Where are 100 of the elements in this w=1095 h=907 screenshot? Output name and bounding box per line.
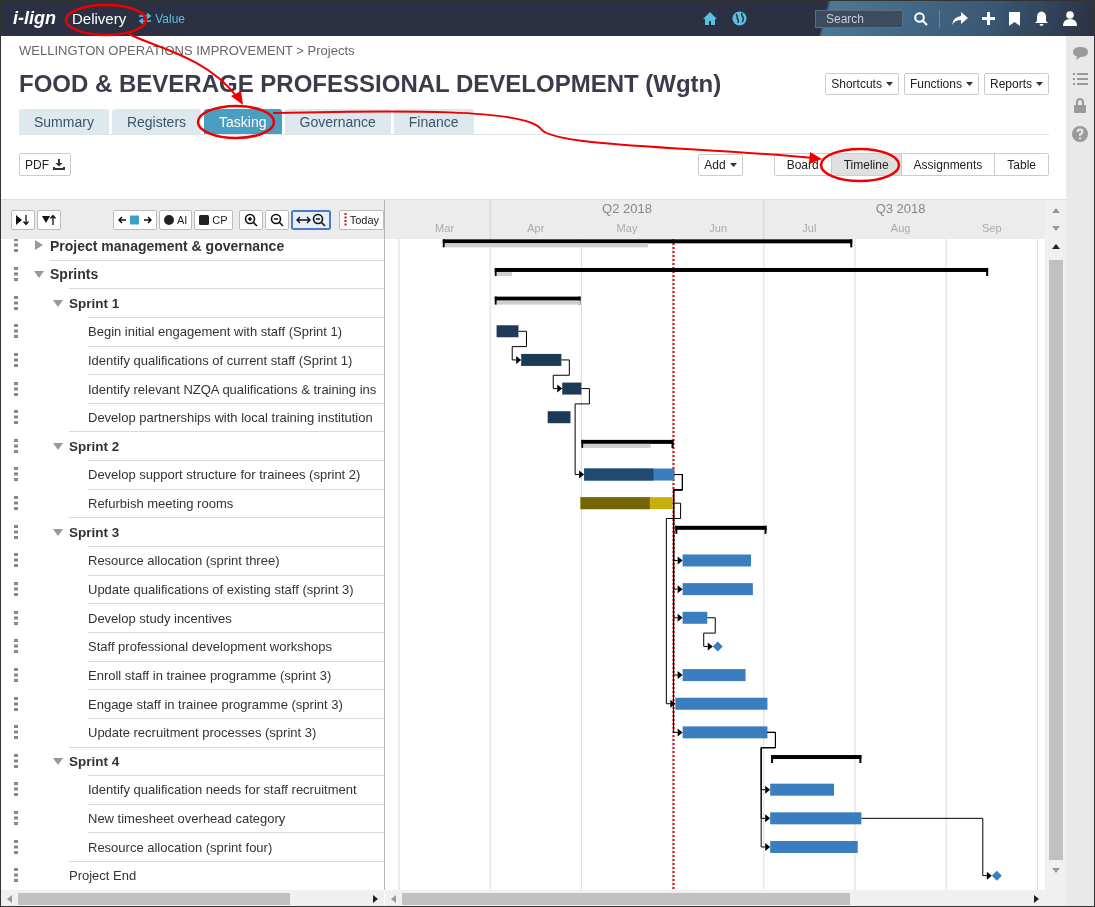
scroll-down-icon[interactable]: [1051, 226, 1060, 231]
drag-handle-icon[interactable]: [14, 266, 18, 281]
zoom-in-button[interactable]: [238, 209, 263, 230]
task-name[interactable]: Resource allocation (sprint four): [88, 839, 273, 855]
home-icon[interactable]: [702, 11, 718, 26]
scroll-left-icon[interactable]: [391, 894, 396, 903]
drag-handle-icon[interactable]: [14, 553, 18, 568]
caret-icon[interactable]: [34, 240, 44, 251]
drag-handle-icon[interactable]: [14, 381, 18, 396]
drag-handle-icon[interactable]: [14, 753, 18, 768]
drag-handle-icon[interactable]: [14, 639, 18, 654]
user-icon[interactable]: [1063, 11, 1077, 26]
drag-handle-icon[interactable]: [14, 438, 18, 453]
drag-handle-icon[interactable]: [14, 811, 18, 826]
scroll-left-icon[interactable]: [7, 894, 12, 903]
milestone-diamond[interactable]: [712, 641, 723, 652]
dropdown-button[interactable]: Reports: [983, 73, 1049, 95]
view-toggle[interactable]: Timeline: [830, 154, 901, 175]
tab[interactable]: Registers: [111, 109, 202, 134]
task-name[interactable]: Begin initial engagement with staff (Sprint 1): [88, 324, 343, 340]
drag-handle-icon[interactable]: [14, 667, 18, 682]
task-name[interactable]: Staff professional development workshops: [88, 639, 332, 655]
scroll-right-icon[interactable]: [1034, 894, 1039, 903]
bell-icon[interactable]: [1034, 11, 1049, 26]
drag-handle-icon[interactable]: [14, 696, 18, 711]
list-icon[interactable]: [1072, 73, 1088, 85]
task-name[interactable]: Identify relevant NZQA qualifications & training ins: [88, 381, 377, 397]
critical-path-button[interactable]: CP: [194, 209, 233, 230]
comment-icon[interactable]: [1072, 47, 1088, 60]
drag-handle-icon[interactable]: [14, 410, 18, 425]
drag-handle-icon[interactable]: [14, 610, 18, 625]
task-name[interactable]: Update recruitment processes (sprint 3): [88, 725, 317, 741]
summary-bar[interactable]: [494, 296, 581, 305]
task-name[interactable]: Sprint 3: [69, 524, 120, 540]
task-bar[interactable]: [521, 353, 562, 366]
task-name[interactable]: Sprint 4: [69, 753, 120, 769]
share-icon[interactable]: [951, 11, 968, 26]
summary-bar[interactable]: [442, 239, 853, 248]
task-bar[interactable]: [547, 411, 571, 424]
drag-handle-icon[interactable]: [14, 839, 18, 854]
help-icon[interactable]: [1072, 126, 1088, 142]
task-name[interactable]: Sprints: [50, 266, 99, 283]
task-name[interactable]: Develop support structure for trainees (sprint 2): [88, 467, 361, 483]
summary-bar[interactable]: [771, 755, 862, 764]
zoom-to-fit-button[interactable]: [290, 209, 331, 230]
dropdown-button[interactable]: Shortcuts: [825, 73, 899, 95]
view-toggle[interactable]: Table: [994, 154, 1048, 175]
collapse-all-button[interactable]: [37, 209, 61, 230]
task-name[interactable]: Update qualifications of existing staff (sprint 3): [88, 582, 354, 597]
task-name[interactable]: Identify qualification needs for staff recruitment: [88, 782, 357, 798]
caret-icon[interactable]: [53, 440, 63, 451]
bookmark-icon[interactable]: [1009, 11, 1020, 26]
drag-handle-icon[interactable]: [14, 868, 18, 883]
scroll-up-icon[interactable]: [1051, 244, 1060, 249]
caret-icon[interactable]: [53, 297, 63, 308]
search-icon[interactable]: [914, 11, 928, 26]
scroll-down-icon[interactable]: [1051, 868, 1060, 873]
drag-handle-icon[interactable]: [14, 467, 18, 482]
module-name[interactable]: Delivery: [72, 10, 127, 27]
add-button[interactable]: Add: [698, 153, 743, 176]
expand-all-button[interactable]: [11, 209, 35, 230]
lock-icon[interactable]: [1074, 98, 1086, 113]
task-bar[interactable]: [496, 325, 519, 338]
task-name[interactable]: Sprint 2: [69, 438, 120, 454]
horizontal-scrollbar[interactable]: [1, 890, 384, 906]
dropdown-button[interactable]: Functions: [903, 73, 979, 95]
drag-handle-icon[interactable]: [14, 295, 18, 310]
milestone-diamond[interactable]: [991, 870, 1002, 881]
today-button[interactable]: Today: [338, 209, 384, 230]
summary-bar[interactable]: [494, 268, 989, 276]
task-name[interactable]: Enroll staff in trainee programme (sprint 3): [88, 667, 332, 683]
drag-handle-icon[interactable]: [14, 725, 18, 740]
task-bar[interactable]: [584, 468, 675, 481]
move-bar-button[interactable]: [112, 209, 157, 230]
task-name[interactable]: Refurbish meeting rooms: [88, 496, 234, 512]
drag-handle-icon[interactable]: [14, 782, 18, 797]
app-logo[interactable]: i-lign: [13, 8, 56, 29]
zoom-out-button[interactable]: [264, 209, 289, 230]
caret-icon[interactable]: [34, 268, 44, 279]
drag-handle-icon[interactable]: [14, 324, 18, 339]
drag-handle-icon[interactable]: [14, 524, 18, 539]
search-field[interactable]: Search: [815, 9, 903, 28]
caret-icon[interactable]: [53, 526, 63, 537]
horizontal-scrollbar[interactable]: [385, 890, 1045, 906]
task-name[interactable]: Project End: [69, 868, 137, 884]
tab[interactable]: Governance: [284, 109, 391, 134]
plus-icon[interactable]: [982, 12, 995, 25]
drag-handle-icon[interactable]: [14, 496, 18, 511]
tab[interactable]: Finance: [393, 109, 474, 134]
task-name[interactable]: Project management & governance: [50, 239, 285, 254]
task-name[interactable]: Sprint 1: [69, 295, 120, 311]
task-name[interactable]: Resource allocation (sprint three): [88, 553, 280, 569]
globe-icon[interactable]: [732, 11, 747, 26]
task-bar[interactable]: [562, 382, 582, 395]
task-name[interactable]: New timesheet overhead category: [88, 811, 286, 827]
task-name[interactable]: Develop partnerships with local training institution: [88, 410, 373, 426]
scroll-right-icon[interactable]: [373, 894, 378, 903]
task-name[interactable]: Identify qualifications of current staff (Sprint 1): [88, 352, 353, 368]
drag-handle-icon[interactable]: [14, 582, 18, 596]
vertical-scrollbar[interactable]: [1045, 200, 1066, 906]
